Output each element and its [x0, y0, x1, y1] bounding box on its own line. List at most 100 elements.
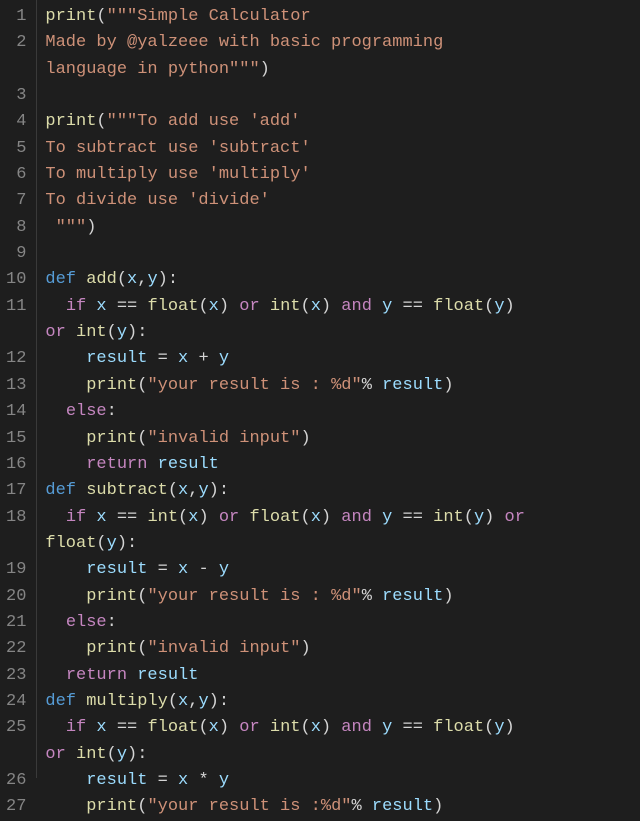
code-line[interactable]: result = x - y — [45, 557, 640, 583]
token-op: ) — [484, 508, 504, 527]
line-number: 23 — [6, 663, 26, 689]
token-op — [260, 718, 270, 737]
token-op: == — [107, 508, 148, 527]
code-line[interactable]: return result — [45, 452, 640, 478]
code-line[interactable]: else: — [45, 610, 640, 636]
code-line[interactable]: """) — [45, 215, 640, 241]
token-op: ( — [178, 508, 188, 527]
token-op — [76, 270, 86, 289]
code-line[interactable]: To multiply use 'multiply' — [45, 162, 640, 188]
token-fn: int — [76, 745, 107, 764]
token-var: y — [117, 745, 127, 764]
token-fn: float — [147, 718, 198, 737]
token-def: subtract — [86, 481, 168, 500]
token-str: "invalid input" — [147, 429, 300, 448]
code-line[interactable]: language in python""") — [45, 57, 640, 83]
code-line[interactable]: result = x + y — [45, 346, 640, 372]
token-var: result — [86, 349, 147, 368]
code-line[interactable]: if x == int(x) or float(x) and y == int(… — [45, 505, 640, 531]
token-op: ( — [107, 745, 117, 764]
token-op: ( — [168, 481, 178, 500]
token-var: y — [494, 297, 504, 316]
token-op — [239, 508, 249, 527]
code-line[interactable]: or int(y): — [45, 742, 640, 768]
code-line[interactable]: To divide use 'divide' — [45, 188, 640, 214]
token-op: ( — [96, 7, 106, 26]
token-fn: int — [433, 508, 464, 527]
token-fn: float — [249, 508, 300, 527]
code-line[interactable]: float(y): — [45, 531, 640, 557]
code-line[interactable]: Made by @yalzeee with basic programming — [45, 30, 640, 56]
line-number: 12 — [6, 346, 26, 372]
line-number: 10 — [6, 267, 26, 293]
token-op: , — [188, 481, 198, 500]
token-var: y — [474, 508, 484, 527]
code-line[interactable]: if x == float(x) or int(x) and y == floa… — [45, 715, 640, 741]
code-line[interactable]: if x == float(x) or int(x) and y == floa… — [45, 294, 640, 320]
code-line[interactable]: return result — [45, 663, 640, 689]
code-line[interactable]: print("your result is : %d"% result) — [45, 584, 640, 610]
line-number: 16 — [6, 452, 26, 478]
code-line[interactable]: def add(x,y): — [45, 267, 640, 293]
code-line[interactable]: print("""Simple Calculator — [45, 4, 640, 30]
line-number: 7 — [6, 188, 26, 214]
token-op: ): — [209, 481, 229, 500]
code-line[interactable]: def subtract(x,y): — [45, 478, 640, 504]
token-fn: float — [45, 534, 96, 553]
line-number: 19 — [6, 557, 26, 583]
token-op: ( — [300, 718, 310, 737]
token-var: y — [382, 508, 392, 527]
token-kw: or — [505, 508, 525, 527]
line-number: 14 — [6, 399, 26, 425]
token-fn: print — [86, 797, 137, 816]
token-kw: and — [341, 508, 372, 527]
token-str: """Simple Calculator — [107, 7, 311, 26]
token-op: ): — [158, 270, 178, 289]
token-op: ( — [300, 508, 310, 527]
token-fn: float — [433, 718, 484, 737]
token-op — [66, 323, 76, 342]
line-number: 11 — [6, 294, 26, 320]
code-line[interactable]: print("invalid input") — [45, 636, 640, 662]
token-var: y — [382, 297, 392, 316]
token-var: result — [86, 560, 147, 579]
token-fn: int — [76, 323, 107, 342]
token-str: "your result is :%d" — [147, 797, 351, 816]
code-line[interactable]: or int(y): — [45, 320, 640, 346]
token-op — [76, 481, 86, 500]
line-number: 5 — [6, 136, 26, 162]
line-number: 26 — [6, 768, 26, 794]
code-line[interactable]: print("""To add use 'add' — [45, 109, 640, 135]
token-def: add — [86, 270, 117, 289]
token-var: x — [127, 270, 137, 289]
code-line[interactable]: print("invalid input") — [45, 426, 640, 452]
code-line[interactable]: result = x * y — [45, 768, 640, 794]
token-op: ( — [464, 508, 474, 527]
code-line[interactable]: else: — [45, 399, 640, 425]
code-line[interactable]: print("your result is :%d"% result) — [45, 794, 640, 820]
token-op: ( — [137, 587, 147, 606]
code-line[interactable]: To subtract use 'subtract' — [45, 136, 640, 162]
token-kw2: def — [45, 692, 76, 711]
token-op: ): — [209, 692, 229, 711]
code-line[interactable]: def multiply(x,y): — [45, 689, 640, 715]
token-op: ) — [505, 297, 525, 316]
token-op: ) — [433, 797, 443, 816]
token-op — [45, 718, 65, 737]
token-var: y — [107, 534, 117, 553]
token-op: ) — [443, 587, 453, 606]
token-op: ) — [219, 297, 239, 316]
token-fn: print — [86, 376, 137, 395]
token-op: : — [107, 402, 117, 421]
token-op: ) — [321, 508, 341, 527]
code-line[interactable] — [45, 241, 640, 267]
code-line[interactable] — [45, 83, 640, 109]
token-op: : — [107, 613, 117, 632]
code-editor-content[interactable]: print("""Simple CalculatorMade by @yalze… — [37, 0, 640, 778]
token-var: x — [96, 297, 106, 316]
token-fn: print — [86, 429, 137, 448]
code-line[interactable]: print("your result is : %d"% result) — [45, 373, 640, 399]
token-str: "your result is : %d" — [147, 587, 361, 606]
token-op — [45, 297, 65, 316]
token-kw: or — [239, 718, 259, 737]
